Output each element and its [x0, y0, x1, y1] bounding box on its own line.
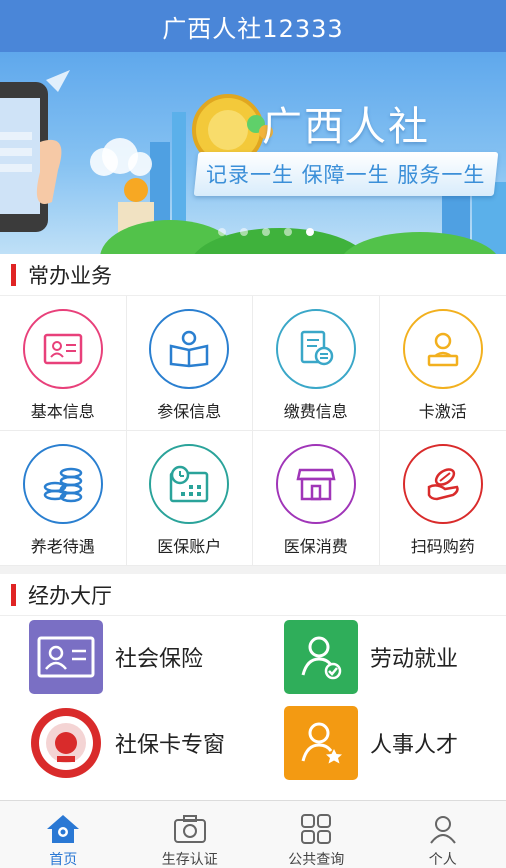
- carousel-dot[interactable]: [262, 228, 270, 236]
- common-services-header: 常办业务: [0, 254, 506, 296]
- tab-home[interactable]: 首页: [0, 801, 127, 868]
- section-accent-bar: [11, 583, 16, 606]
- app-header: 广西人社12333: [0, 0, 506, 52]
- hall-label: 社会保险: [115, 647, 204, 672]
- carousel-indicator: [218, 228, 314, 236]
- hall-label: 人事人才: [370, 733, 459, 758]
- service-card-activation[interactable]: 卡激活: [379, 296, 506, 431]
- service-label: 卡激活: [418, 402, 467, 421]
- talent-star-icon: [284, 706, 358, 780]
- banner-slogan-ribbon: 记录一生 保障一生 服务一生: [193, 152, 499, 196]
- coins-icon: [22, 444, 103, 524]
- hall-personnel-talent[interactable]: 人事人才: [284, 706, 458, 780]
- carousel-dot[interactable]: [284, 228, 292, 236]
- hall-label: 社保卡专窗: [115, 733, 226, 758]
- service-pension[interactable]: 养老待遇: [0, 431, 127, 566]
- service-label: 扫码购药: [410, 537, 475, 556]
- user-card-icon: [402, 309, 483, 389]
- calendar-account-icon: [149, 444, 230, 524]
- service-hall: 社会保险 劳动就业 社保卡专窗 人事人才: [0, 616, 506, 796]
- carousel-dot-active[interactable]: [306, 228, 314, 236]
- section-title: 经办大厅: [28, 583, 112, 608]
- service-label: 养老待遇: [30, 537, 95, 556]
- tab-label: 公共查询: [288, 852, 345, 868]
- hall-labor-employment[interactable]: 劳动就业: [284, 620, 458, 694]
- service-scan-buy-medicine[interactable]: 扫码购药: [379, 431, 506, 566]
- tab-label: 个人: [428, 852, 457, 868]
- page-title: 广西人社12333: [162, 14, 344, 43]
- tab-personal[interactable]: 个人: [380, 801, 506, 868]
- banner-slogan: 记录一生 保障一生 服务一生: [206, 163, 486, 187]
- service-medical-consumption[interactable]: 医保消费: [253, 431, 380, 566]
- social-security-seal-icon: [29, 706, 103, 780]
- service-label: 缴费信息: [283, 402, 348, 421]
- section-title: 常办业务: [28, 263, 112, 288]
- bottom-tab-bar: 首页 生存认证 公共查询 个人: [0, 800, 506, 868]
- service-medical-account[interactable]: 医保账户: [126, 431, 253, 566]
- shop-icon: [275, 444, 356, 524]
- carousel-dot[interactable]: [240, 228, 248, 236]
- section-divider: [0, 566, 506, 574]
- hall-social-insurance[interactable]: 社会保险: [29, 620, 203, 694]
- service-basic-info[interactable]: 基本信息: [0, 296, 127, 431]
- carousel-dot[interactable]: [218, 228, 226, 236]
- id-card-icon: [22, 309, 103, 389]
- camera-icon: [172, 811, 208, 847]
- hand-pill-icon: [402, 444, 483, 524]
- person-icon: [425, 811, 461, 847]
- service-payment-info[interactable]: 缴费信息: [253, 296, 380, 431]
- service-label: 基本信息: [30, 402, 95, 421]
- hall-label: 劳动就业: [370, 647, 459, 672]
- tab-label: 生存认证: [161, 852, 218, 868]
- service-label: 医保消费: [283, 537, 348, 556]
- service-hall-header: 经办大厅: [0, 574, 506, 616]
- hall-social-security-card-window[interactable]: 社保卡专窗: [29, 706, 225, 780]
- open-book-icon: [149, 309, 230, 389]
- section-accent-bar: [11, 263, 16, 286]
- tab-public-query[interactable]: 公共查询: [253, 801, 380, 868]
- tab-label: 首页: [49, 852, 78, 868]
- tab-survival-certification[interactable]: 生存认证: [127, 801, 254, 868]
- employee-check-icon: [284, 620, 358, 694]
- service-label: 参保信息: [157, 402, 222, 421]
- common-services-grid: 基本信息 参保信息 缴费信息 卡激活 养老待遇 医保账户 医保消费 扫码购药: [0, 296, 506, 566]
- insurance-card-icon: [29, 620, 103, 694]
- service-insurance-info[interactable]: 参保信息: [126, 296, 253, 431]
- grid-icon: [298, 811, 334, 847]
- bill-icon: [275, 309, 356, 389]
- service-label: 医保账户: [157, 537, 222, 556]
- promo-banner[interactable]: 广西人社APP 记录一生 保障一生 服务一生: [0, 52, 506, 254]
- home-icon: [45, 811, 81, 847]
